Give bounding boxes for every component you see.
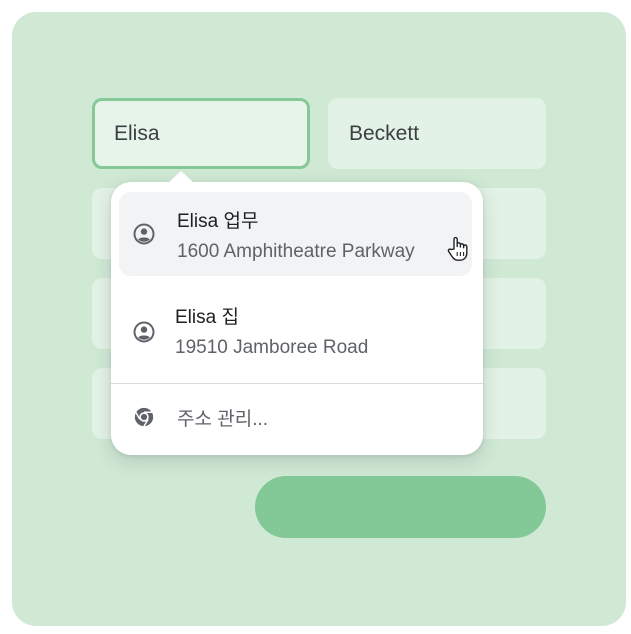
submit-button[interactable] — [255, 476, 546, 538]
address-suggestion-home[interactable]: Elisa 집 19510 Jamboree Road — [119, 286, 472, 372]
autofill-dropdown: Elisa 업무 1600 Amphitheatre Parkway Elisa… — [111, 171, 483, 455]
suggestion-address: 1600 Amphitheatre Parkway — [177, 241, 415, 262]
last-name-value: Beckett — [349, 121, 420, 145]
account-circle-icon — [133, 223, 155, 245]
suggestion-address: 19510 Jamboree Road — [175, 337, 369, 358]
last-name-input[interactable]: Beckett — [328, 98, 546, 169]
suggestion-label: 집 — [221, 307, 239, 328]
manage-addresses-item[interactable]: 주소 관리... — [111, 384, 483, 450]
suggestion-title: Elisa 집 — [175, 302, 239, 329]
first-name-input[interactable]: Elisa — [92, 98, 310, 169]
suggestion-title: Elisa 업무 — [177, 206, 258, 233]
account-circle-icon — [133, 321, 155, 343]
hand-cursor-icon — [447, 236, 468, 261]
suggestion-label: 업무 — [223, 211, 259, 232]
manage-addresses-label: 주소 관리... — [177, 409, 269, 430]
suggestion-name: Elisa — [177, 211, 219, 232]
address-suggestion-work[interactable]: Elisa 업무 1600 Amphitheatre Parkway — [119, 192, 472, 276]
chrome-icon — [134, 407, 154, 427]
suggestion-name: Elisa — [175, 307, 217, 328]
form-card: Elisa Beckett Elisa 업무 1600 Amphitheatre… — [12, 12, 626, 626]
dropdown-caret — [168, 171, 194, 183]
first-name-value: Elisa — [114, 121, 160, 145]
